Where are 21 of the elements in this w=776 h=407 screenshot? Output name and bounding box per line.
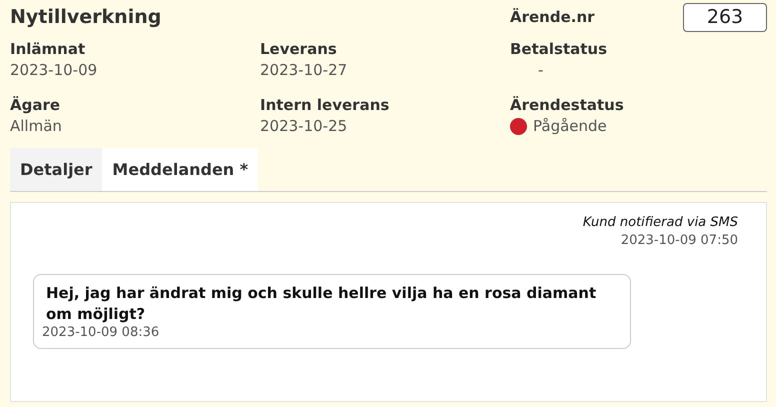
- field-label: Inlämnat: [10, 40, 86, 58]
- tab[interactable]: Meddelanden *: [102, 148, 258, 191]
- field-value: Pågående: [533, 117, 607, 135]
- field-label: Intern leverans: [260, 96, 390, 114]
- field-value: 2023-10-27: [260, 61, 348, 79]
- message-time: 2023-10-09 08:36: [42, 325, 160, 340]
- page-title: Nytillverkning: [10, 6, 162, 28]
- field-label: Ägare: [10, 96, 62, 114]
- notification-text: Kund notifierad via SMS: [582, 215, 738, 230]
- field-label: Ärende.nr: [510, 8, 596, 26]
- message-time: 2023-10-09 07:50: [620, 233, 738, 248]
- field-value: 2023-10-25: [260, 117, 348, 135]
- tab[interactable]: Detaljer: [10, 148, 102, 191]
- message-text: Hej, jag har ändrat mig och skulle hellre vilja ha en rosa diamant om möjligt?: [45, 283, 598, 325]
- field-value: -: [537, 61, 544, 79]
- case-number-field[interactable]: 263: [683, 2, 767, 32]
- field-value: 2023-10-09: [10, 61, 98, 79]
- field-label: Ärendestatus: [510, 96, 625, 114]
- field-value: Allmän: [10, 117, 63, 135]
- field-label: Betalstatus: [510, 40, 608, 58]
- field-label: Leverans: [260, 40, 338, 58]
